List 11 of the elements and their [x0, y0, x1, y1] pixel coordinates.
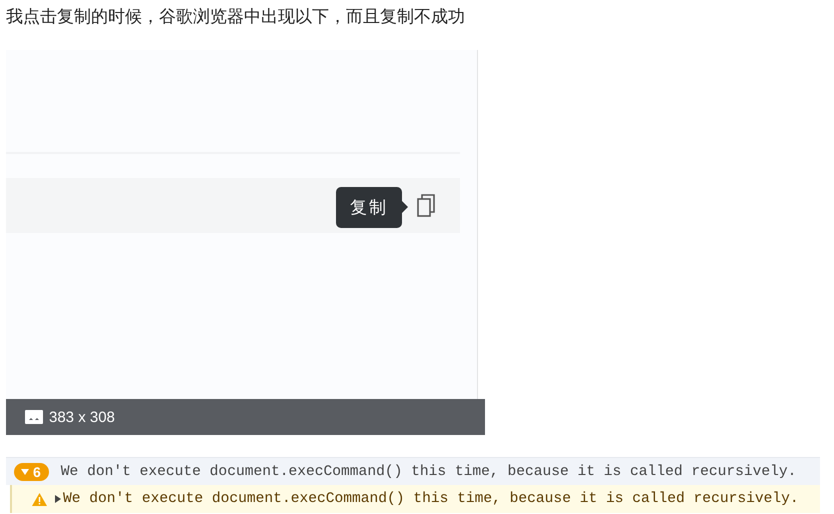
- tooltip: 复制: [336, 186, 408, 228]
- console-group-row[interactable]: 6 We don't execute document.execCommand() this time, because it is called recursively.: [6, 457, 820, 485]
- console-warning-row[interactable]: We don't execute document.execCommand() this time, because it is called recursively.: [10, 485, 820, 513]
- question-text: 我点击复制的时候，谷歌浏览器中出现以下，而且复制不成功: [6, 6, 465, 28]
- image-icon: [25, 410, 43, 424]
- image-size-text: 383 x 308: [49, 408, 115, 426]
- copy-icon[interactable]: [417, 194, 436, 218]
- console-message: We don't execute document.execCommand() this time, because it is called recursively.: [60, 464, 796, 480]
- warning-count-badge: 6: [14, 462, 49, 480]
- console-message: We don't execute document.execCommand() this time, because it is called recursively.: [63, 491, 799, 507]
- disclosure-triangle-icon[interactable]: [55, 495, 61, 503]
